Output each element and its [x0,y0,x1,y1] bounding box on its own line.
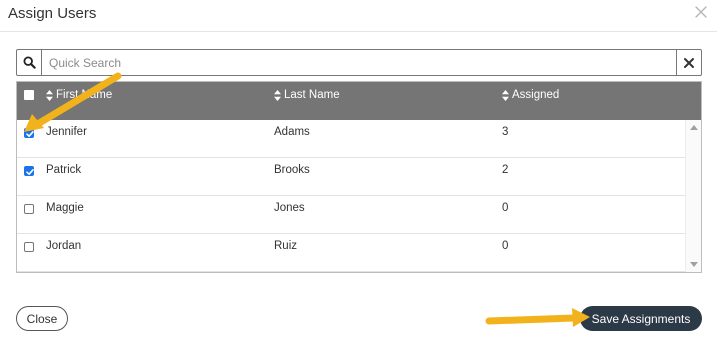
last-name-cell: Ruiz [274,240,298,252]
modal-title: Assign Users [8,5,97,22]
column-header-last-name[interactable]: Last Name [274,89,340,101]
row-checkbox[interactable] [24,204,34,214]
sort-icon [46,89,53,101]
grid-header: First Name Last Name Assigned [17,82,701,120]
row-checkbox[interactable] [24,166,34,176]
assigned-cell: 0 [502,202,509,214]
sort-icon [274,89,281,101]
first-name-cell: Jordan [46,240,82,252]
select-all-checkbox[interactable] [24,90,34,100]
assigned-cell: 3 [502,126,509,138]
grid-scrollbar[interactable] [685,120,701,272]
assigned-cell: 0 [502,240,509,252]
assign-users-modal: Assign Users First Name [0,0,717,346]
column-header-assigned[interactable]: Assigned [502,89,559,101]
row-checkbox[interactable] [24,242,34,252]
search-icon [17,50,42,75]
column-label: First Name [56,89,113,101]
column-header-first-name[interactable]: First Name [46,89,112,101]
assigned-cell: 2 [502,164,509,176]
modal-close-icon[interactable] [693,4,709,20]
grid-body: Jennifer Adams 3 Patrick Brooks 2 Maggie… [17,120,685,272]
first-name-cell: Jennifer [46,126,87,138]
last-name-cell: Brooks [274,164,310,176]
last-name-cell: Adams [274,126,310,138]
users-grid: First Name Last Name Assigned Jennifer A… [16,81,702,273]
quick-search-input[interactable] [43,50,677,75]
modal-header: Assign Users [0,0,717,32]
scroll-down-icon[interactable] [690,262,698,267]
close-button[interactable]: Close [16,306,68,331]
quick-search-bar [16,49,702,76]
row-checkbox[interactable] [24,128,34,138]
save-assignments-button[interactable]: Save Assignments [580,306,702,331]
table-row[interactable]: Maggie Jones 0 [17,196,685,234]
last-name-cell: Jones [274,202,305,214]
column-label: Assigned [512,89,560,101]
scroll-up-icon[interactable] [690,125,698,130]
table-row[interactable]: Patrick Brooks 2 [17,158,685,196]
column-label: Last Name [284,89,340,101]
table-row[interactable]: Jennifer Adams 3 [17,120,685,158]
table-row[interactable]: Jordan Ruiz 0 [17,234,685,272]
first-name-cell: Maggie [46,202,84,214]
arrow-icon [485,308,590,327]
first-name-cell: Patrick [46,164,82,176]
sort-icon [502,89,509,101]
clear-search-icon[interactable] [676,50,701,75]
